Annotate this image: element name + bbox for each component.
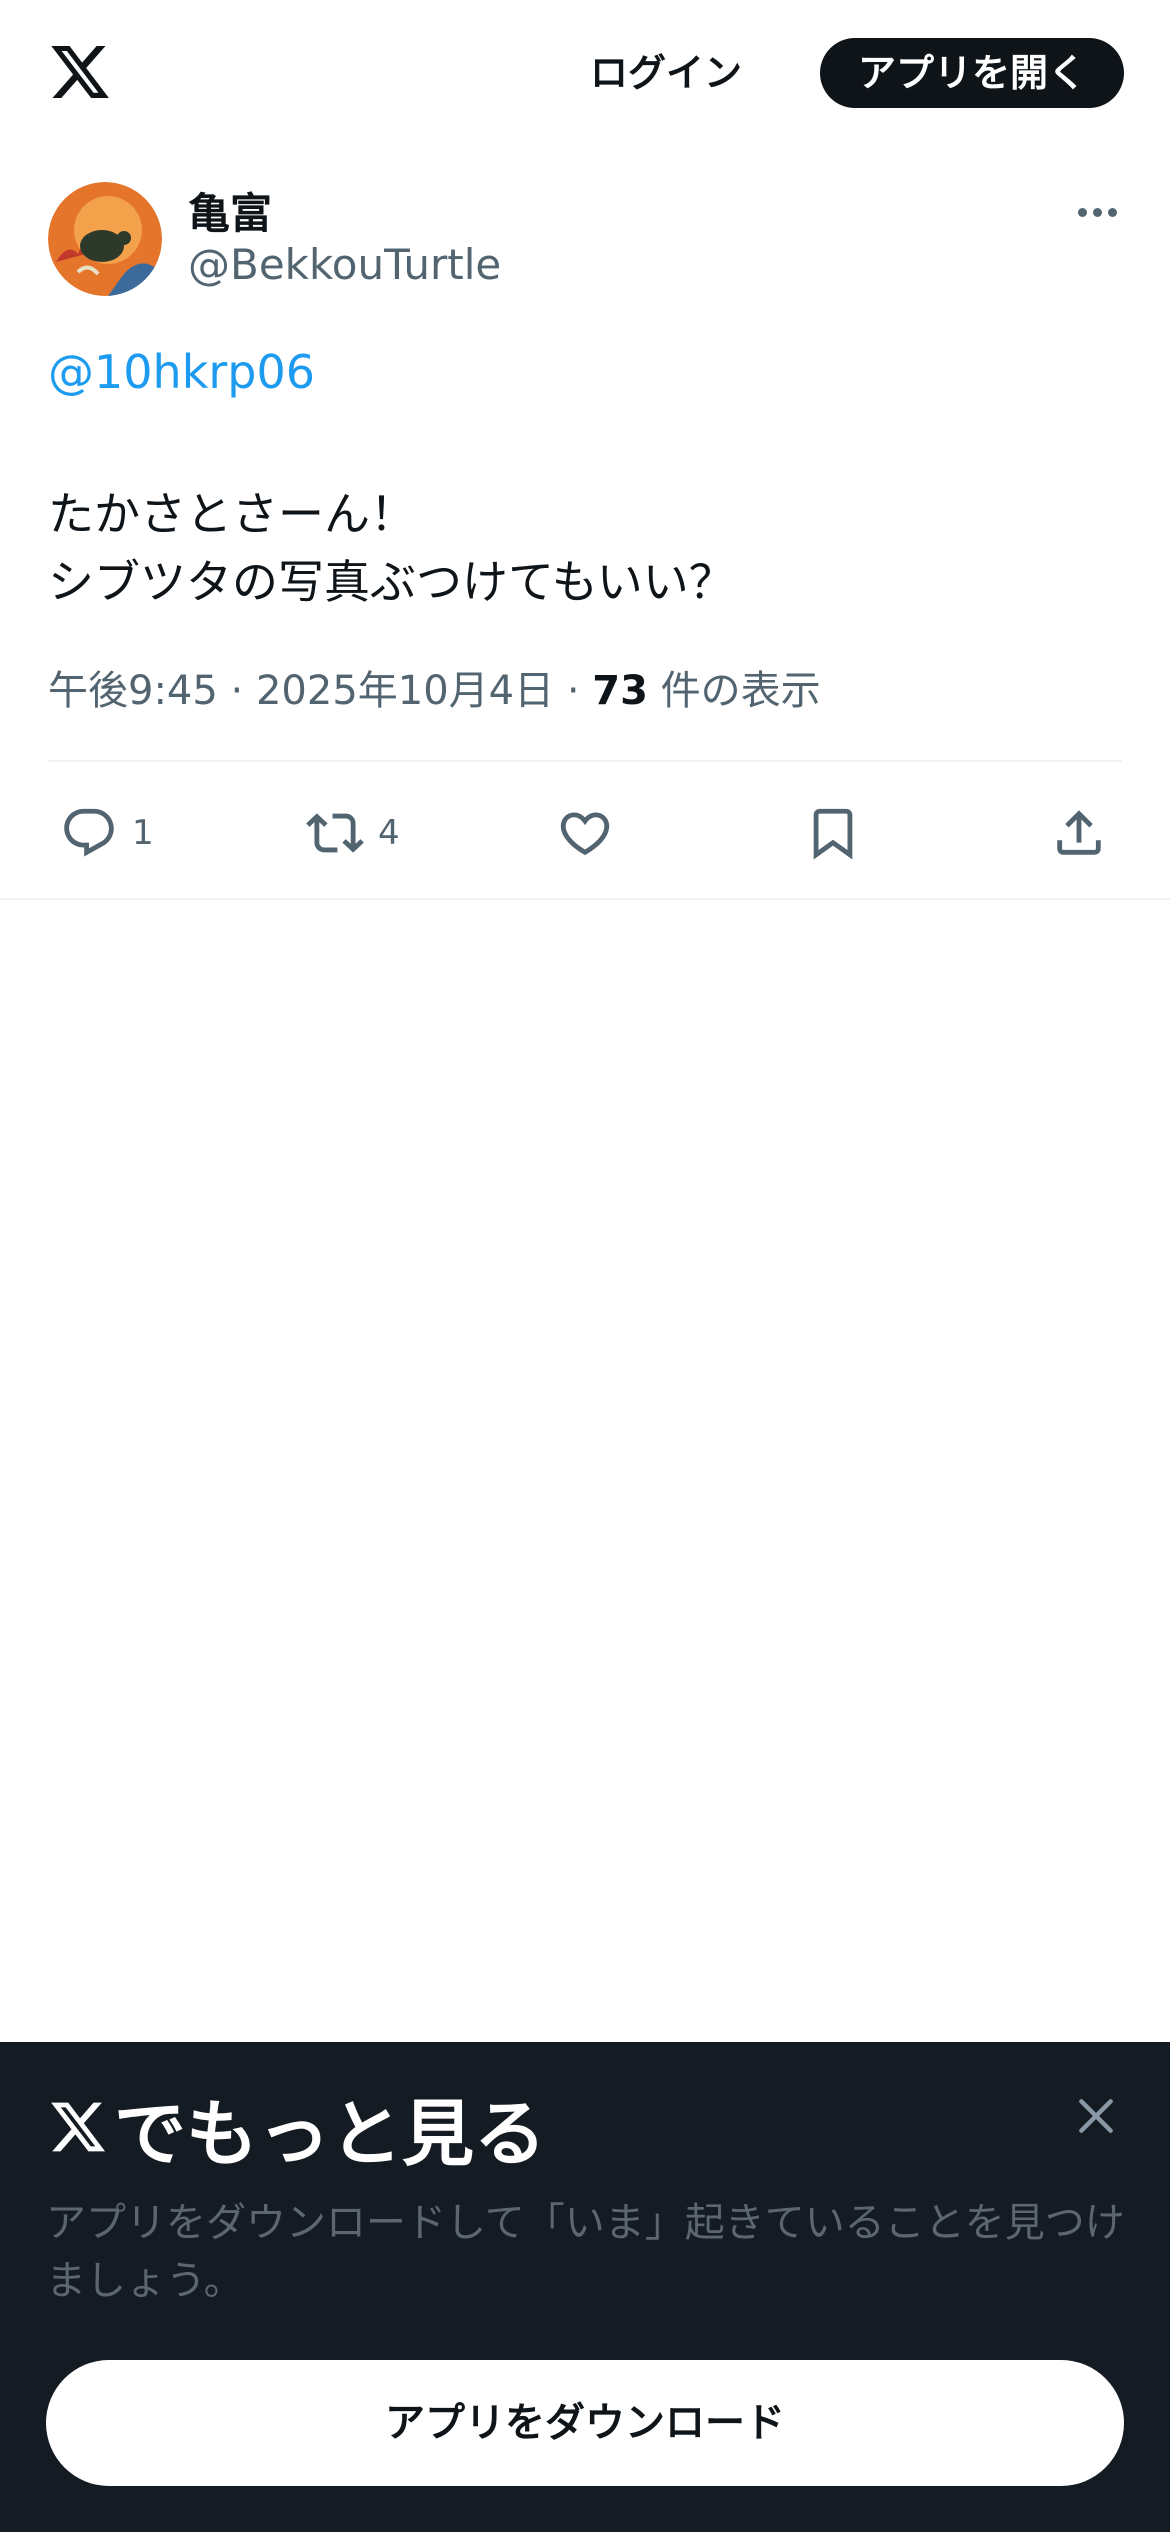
heart-icon <box>560 812 610 856</box>
view-count: 73 <box>592 668 648 714</box>
close-icon[interactable] <box>1074 2094 1118 2138</box>
top-bar: ログイン アプリを開く <box>0 0 1170 145</box>
author-handle[interactable]: @BekkouTurtle <box>188 240 501 289</box>
like-button[interactable] <box>556 800 614 866</box>
bookmark-button[interactable] <box>804 800 862 866</box>
avatar[interactable] <box>48 182 162 296</box>
mention-link[interactable]: @10hkrp06 <box>48 345 315 399</box>
tweet-text-line-2: シブツタの写真ぶつけてもいい？ <box>48 555 735 609</box>
bookmark-icon <box>813 808 853 860</box>
reply-count: 1 <box>132 813 154 853</box>
sheet-title-text: でもっと見る <box>114 2091 547 2176</box>
open-app-button[interactable]: アプリを開く <box>820 38 1124 108</box>
tweet-meta: 午後9:45 · 2025年10月4日 · 73 件の表示 <box>48 658 821 716</box>
share-icon <box>1057 810 1101 855</box>
reply-button[interactable]: 1 <box>60 800 154 866</box>
sheet-title: でもっと見る <box>48 2082 546 2176</box>
view-label: 件の表示 <box>647 668 821 714</box>
author-display-name[interactable]: 亀富 <box>188 180 272 241</box>
login-link[interactable]: ログイン <box>590 38 742 108</box>
sheet-description: アプリをダウンロードして「いま」起きていることを見つけましょう。 <box>46 2200 1125 2304</box>
divider <box>48 760 1122 762</box>
retweet-icon <box>306 813 364 853</box>
share-button[interactable] <box>1050 800 1108 866</box>
x-logo-icon[interactable] <box>48 40 112 104</box>
tweet-text-line-1: たかさとさーん！ <box>48 487 416 541</box>
retweet-count: 4 <box>378 813 400 853</box>
turtle-avatar <box>48 182 162 296</box>
retweet-button[interactable]: 4 <box>306 800 400 866</box>
reply-icon <box>64 808 114 857</box>
timestamp[interactable]: 午後9:45 · 2025年10月4日 · <box>48 668 592 714</box>
x-logo-icon <box>51 2102 106 2152</box>
more-options-icon[interactable] <box>1072 190 1124 234</box>
download-app-button[interactable]: アプリをダウンロード <box>46 2360 1124 2486</box>
divider <box>0 898 1170 900</box>
